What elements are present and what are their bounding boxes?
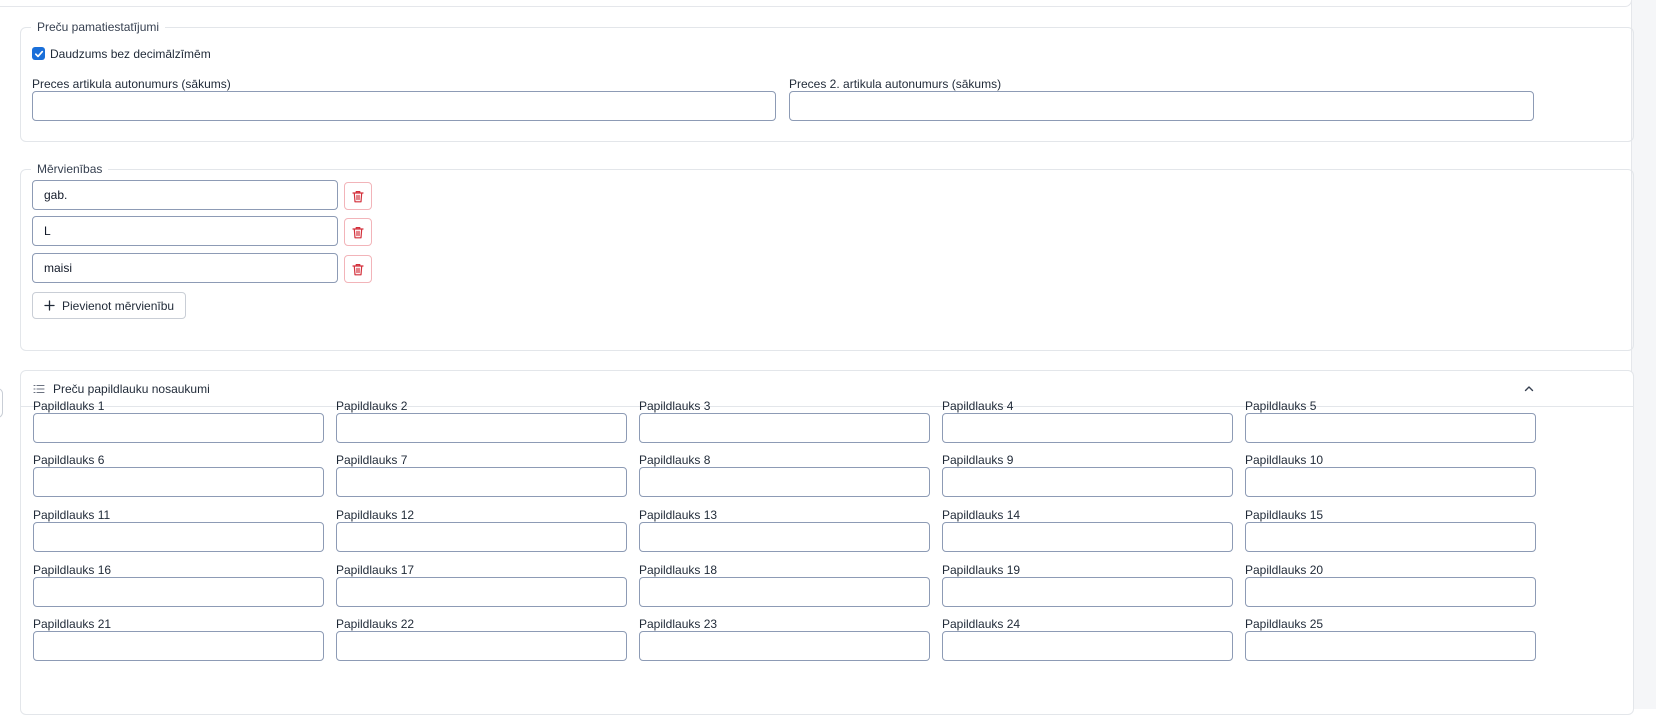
- previous-card-bottom-edge: [0, 0, 1632, 7]
- extra-field-input[interactable]: [942, 467, 1233, 497]
- extra-field-label: Papildlauks 23: [639, 617, 718, 631]
- extra-field-label: Papildlauks 8: [639, 453, 711, 467]
- units-legend: Mērvienības: [37, 162, 103, 176]
- extra-field-label: Papildlauks 6: [33, 453, 105, 467]
- decimal-quantity-checkbox[interactable]: [32, 47, 45, 60]
- extra-field-input[interactable]: [639, 522, 930, 552]
- extra-field-input[interactable]: [336, 467, 627, 497]
- extra-field-input[interactable]: [1245, 467, 1536, 497]
- extra-field-input[interactable]: [33, 467, 324, 497]
- trash-icon: [352, 263, 364, 275]
- extra-field-label: Papildlauks 14: [942, 508, 1021, 522]
- extra-field-input[interactable]: [639, 577, 930, 607]
- extra-field-label: Papildlauks 1: [33, 399, 105, 413]
- right-scroll-gutter: [1631, 0, 1656, 709]
- extra-field-input[interactable]: [639, 413, 930, 443]
- extra-field-label: Papildlauks 11: [33, 508, 111, 522]
- chevron-up-icon[interactable]: [1524, 385, 1534, 392]
- extra-field-input[interactable]: [1245, 413, 1536, 443]
- extra-field-input[interactable]: [336, 631, 627, 661]
- extra-field-label: Papildlauks 4: [942, 399, 1014, 413]
- trash-icon: [352, 226, 364, 238]
- add-unit-label: Pievienot mērvienību: [62, 298, 175, 313]
- extra-field-input[interactable]: [33, 577, 324, 607]
- basic-settings-legend: Preču pamatiestatījumi: [37, 20, 160, 34]
- extra-field-input[interactable]: [336, 522, 627, 552]
- delete-unit-button[interactable]: [344, 218, 372, 246]
- extra-fields-header[interactable]: Preču papildlauku nosaukumi: [21, 371, 1633, 407]
- decimal-quantity-label[interactable]: Daudzums bez decimālzīmēm: [50, 47, 211, 61]
- unit-input[interactable]: [32, 253, 338, 283]
- extra-field-label: Papildlauks 22: [336, 617, 415, 631]
- extra-fields-panel: Preču papildlauku nosaukumi Papildlauks …: [20, 370, 1634, 715]
- extra-field-label: Papildlauks 9: [942, 453, 1014, 467]
- autonumber-label: Preces artikula autonumurs (sākums): [32, 77, 231, 91]
- extra-field-label: Papildlauks 19: [942, 563, 1021, 577]
- extra-field-label: Papildlauks 18: [639, 563, 718, 577]
- extra-field-label: Papildlauks 10: [1245, 453, 1324, 467]
- extra-field-label: Papildlauks 25: [1245, 617, 1324, 631]
- extra-field-label: Papildlauks 2: [336, 399, 408, 413]
- trash-icon: [352, 190, 364, 202]
- extra-field-input[interactable]: [942, 631, 1233, 661]
- extra-field-input[interactable]: [1245, 522, 1536, 552]
- extra-field-label: Papildlauks 13: [639, 508, 718, 522]
- extra-field-input[interactable]: [336, 577, 627, 607]
- autonumber2-label: Preces 2. artikula autonumurs (sākums): [789, 77, 1002, 91]
- check-icon: [34, 50, 43, 57]
- unit-input[interactable]: [32, 216, 338, 246]
- extra-field-label: Papildlauks 5: [1245, 399, 1317, 413]
- extra-field-label: Papildlauks 20: [1245, 563, 1324, 577]
- extra-field-input[interactable]: [639, 631, 930, 661]
- extra-field-label: Papildlauks 21: [33, 617, 112, 631]
- add-unit-button[interactable]: Pievienot mērvienību: [32, 292, 187, 319]
- extra-field-input[interactable]: [33, 631, 324, 661]
- extra-field-input[interactable]: [336, 413, 627, 443]
- extra-field-label: Papildlauks 3: [639, 399, 711, 413]
- extra-field-label: Papildlauks 15: [1245, 508, 1324, 522]
- extra-field-label: Papildlauks 24: [942, 617, 1021, 631]
- extra-field-label: Papildlauks 7: [336, 453, 408, 467]
- extra-field-label: Papildlauks 12: [336, 508, 415, 522]
- extra-field-input[interactable]: [639, 467, 930, 497]
- unit-input[interactable]: [32, 180, 338, 210]
- extra-fields-title: Preču papildlauku nosaukumi: [53, 382, 210, 396]
- extra-field-input[interactable]: [942, 577, 1233, 607]
- autonumber2-input[interactable]: [789, 91, 1534, 121]
- autonumber-input[interactable]: [32, 91, 776, 121]
- extra-field-label: Papildlauks 16: [33, 563, 112, 577]
- extra-field-input[interactable]: [33, 413, 324, 443]
- extra-field-input[interactable]: [1245, 631, 1536, 661]
- extra-field-label: Papildlauks 17: [336, 563, 415, 577]
- delete-unit-button[interactable]: [344, 182, 372, 210]
- extra-field-input[interactable]: [1245, 577, 1536, 607]
- list-icon: [33, 384, 45, 394]
- plus-icon: [44, 300, 55, 311]
- delete-unit-button[interactable]: [344, 255, 372, 283]
- extra-field-input[interactable]: [942, 413, 1233, 443]
- extra-field-input[interactable]: [33, 522, 324, 552]
- extra-field-input[interactable]: [942, 522, 1233, 552]
- side-drawer-handle[interactable]: [0, 388, 3, 418]
